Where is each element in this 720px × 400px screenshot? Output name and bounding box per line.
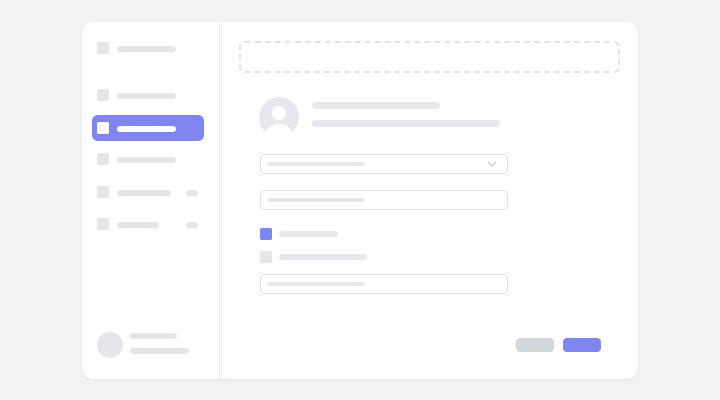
sidebar-item-3[interactable] xyxy=(92,146,204,172)
user-avatar-icon xyxy=(97,332,123,358)
profile-name-placeholder xyxy=(312,102,440,109)
nav-label-placeholder xyxy=(117,157,176,163)
checkbox-checked[interactable] xyxy=(260,228,272,240)
checkbox-unchecked[interactable] xyxy=(260,251,272,263)
brand-placeholder xyxy=(117,46,176,52)
submit-button[interactable] xyxy=(563,338,601,352)
sidebar-brand[interactable] xyxy=(92,35,204,61)
app-window xyxy=(82,22,638,379)
sidebar xyxy=(82,22,220,379)
nav-icon xyxy=(97,122,109,134)
user-name-placeholder xyxy=(130,333,177,339)
nav-icon xyxy=(97,186,109,198)
nav-icon xyxy=(97,153,109,165)
sidebar-item-1[interactable] xyxy=(92,82,204,108)
cancel-button[interactable] xyxy=(516,338,554,352)
user-role-placeholder xyxy=(130,348,189,354)
input-placeholder xyxy=(268,282,364,286)
sidebar-item-5[interactable] xyxy=(92,211,204,237)
profile-avatar-icon[interactable] xyxy=(259,97,299,137)
nav-badge xyxy=(186,222,198,228)
nav-label-placeholder xyxy=(117,222,159,228)
nav-label-placeholder xyxy=(117,126,176,132)
chevron-down-icon xyxy=(487,161,497,167)
sidebar-item-4[interactable] xyxy=(92,179,204,205)
user-silhouette-icon xyxy=(266,106,292,137)
sidebar-user-profile[interactable] xyxy=(97,332,207,358)
select-placeholder xyxy=(268,162,364,166)
text-input-2[interactable] xyxy=(260,274,508,294)
stage xyxy=(0,0,720,400)
logo-icon xyxy=(97,42,109,54)
text-input-1[interactable] xyxy=(260,190,508,210)
input-placeholder xyxy=(268,198,364,202)
checkbox-label-placeholder xyxy=(279,254,367,260)
select-dropdown[interactable] xyxy=(260,154,508,174)
profile-detail-placeholder xyxy=(312,120,500,127)
nav-badge xyxy=(186,190,198,196)
nav-icon xyxy=(97,218,109,230)
nav-label-placeholder xyxy=(117,190,171,196)
nav-label-placeholder xyxy=(117,93,176,99)
checkbox-label-placeholder xyxy=(279,231,338,237)
sidebar-item-2-active[interactable] xyxy=(92,115,204,141)
upload-dropzone[interactable] xyxy=(239,41,620,73)
nav-icon xyxy=(97,89,109,101)
